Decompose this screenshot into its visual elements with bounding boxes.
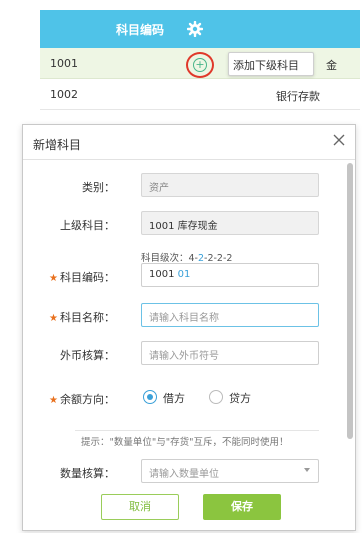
chevron-down-icon[interactable] <box>304 468 310 472</box>
add-child-highlight[interactable]: + <box>186 52 214 78</box>
account-level-hint: 科目级次：4-2-2-2-2 <box>141 250 232 264</box>
account-code-prefix: 1001 <box>149 269 175 280</box>
quantity-unit-select[interactable]: 请输入数量单位 <box>141 459 319 483</box>
mutual-exclusion-hint: 提示："数量单位"与"存货"互斥，不能同时使用！ <box>81 437 289 448</box>
close-icon[interactable] <box>331 132 347 148</box>
category-label: 类别： <box>82 181 115 194</box>
table-header: 科目编码 <box>40 10 360 48</box>
category-value: 资产 <box>149 183 169 194</box>
category-field: 资产 <box>141 173 319 197</box>
quantity-unit-placeholder: 请输入数量单位 <box>149 469 219 480</box>
asterisk-icon: ★ <box>49 313 58 324</box>
account-code-value: 1001 01 <box>149 269 190 280</box>
account-code-input[interactable]: 1001 01 <box>141 263 319 287</box>
account-name-label: ★ 科目名称： <box>23 309 115 325</box>
account-code-suffix: 01 <box>177 269 191 280</box>
balance-direction-label: ★ 余额方向： <box>23 391 115 407</box>
gear-icon[interactable] <box>187 21 203 37</box>
radio-credit[interactable] <box>209 390 223 404</box>
asterisk-icon: ★ <box>49 273 58 284</box>
radio-credit-label[interactable]: 贷方 <box>229 390 251 406</box>
column-header-account-code: 科目编码 <box>116 23 165 37</box>
foreign-currency-input[interactable]: 请输入外币符号 <box>141 341 319 365</box>
hint-divider <box>75 430 319 431</box>
scrollbar[interactable] <box>347 163 353 439</box>
radio-debit[interactable] <box>143 390 157 404</box>
parent-account-field: 1001 库存现金 <box>141 211 319 235</box>
radio-debit-label[interactable]: 借方 <box>163 390 185 406</box>
table-row[interactable]: 1001 + 添加下级科目 金 <box>40 48 360 79</box>
tooltip-text: 添加下级科目 <box>233 59 299 72</box>
account-code-label: ★ 科目编码： <box>23 269 115 285</box>
foreign-currency-placeholder: 请输入外币符号 <box>149 351 219 362</box>
table-row[interactable]: 1002 银行存款 <box>40 79 360 110</box>
account-name-placeholder: 请输入科目名称 <box>149 313 219 324</box>
foreign-currency-label: 外币核算： <box>60 349 115 362</box>
quantity-label: 数量核算： <box>60 467 115 480</box>
parent-account-label: 上级科目： <box>60 219 115 232</box>
add-account-dialog: 新增科目 类别： 资产 上级科目： 1001 库存现金 科目级次：4-2-2-2… <box>22 124 356 531</box>
dialog-title: 新增科目 <box>33 138 82 152</box>
dialog-divider <box>23 159 355 160</box>
row-account-name: 银行存款 <box>276 90 320 103</box>
save-button[interactable]: 保存 <box>203 494 281 520</box>
account-name-label-text: 科目名称： <box>60 311 115 324</box>
account-name-input[interactable]: 请输入科目名称 <box>141 303 319 327</box>
parent-account-value: 1001 库存现金 <box>149 221 218 232</box>
row-account-code: 1002 <box>50 88 78 101</box>
plus-circle-icon[interactable]: + <box>193 58 207 72</box>
row-account-code: 1001 <box>50 57 78 70</box>
asterisk-icon: ★ <box>49 395 58 406</box>
account-code-label-text: 科目编码： <box>60 271 115 284</box>
balance-direction-label-text: 余额方向： <box>60 393 115 406</box>
account-table: 科目编码 1001 + 添加下级科目 金 1002 银行存款 <box>40 10 360 110</box>
tooltip: 添加下级科目 <box>228 52 314 76</box>
row-account-name: 金 <box>326 59 337 72</box>
cancel-button[interactable]: 取消 <box>101 494 179 520</box>
